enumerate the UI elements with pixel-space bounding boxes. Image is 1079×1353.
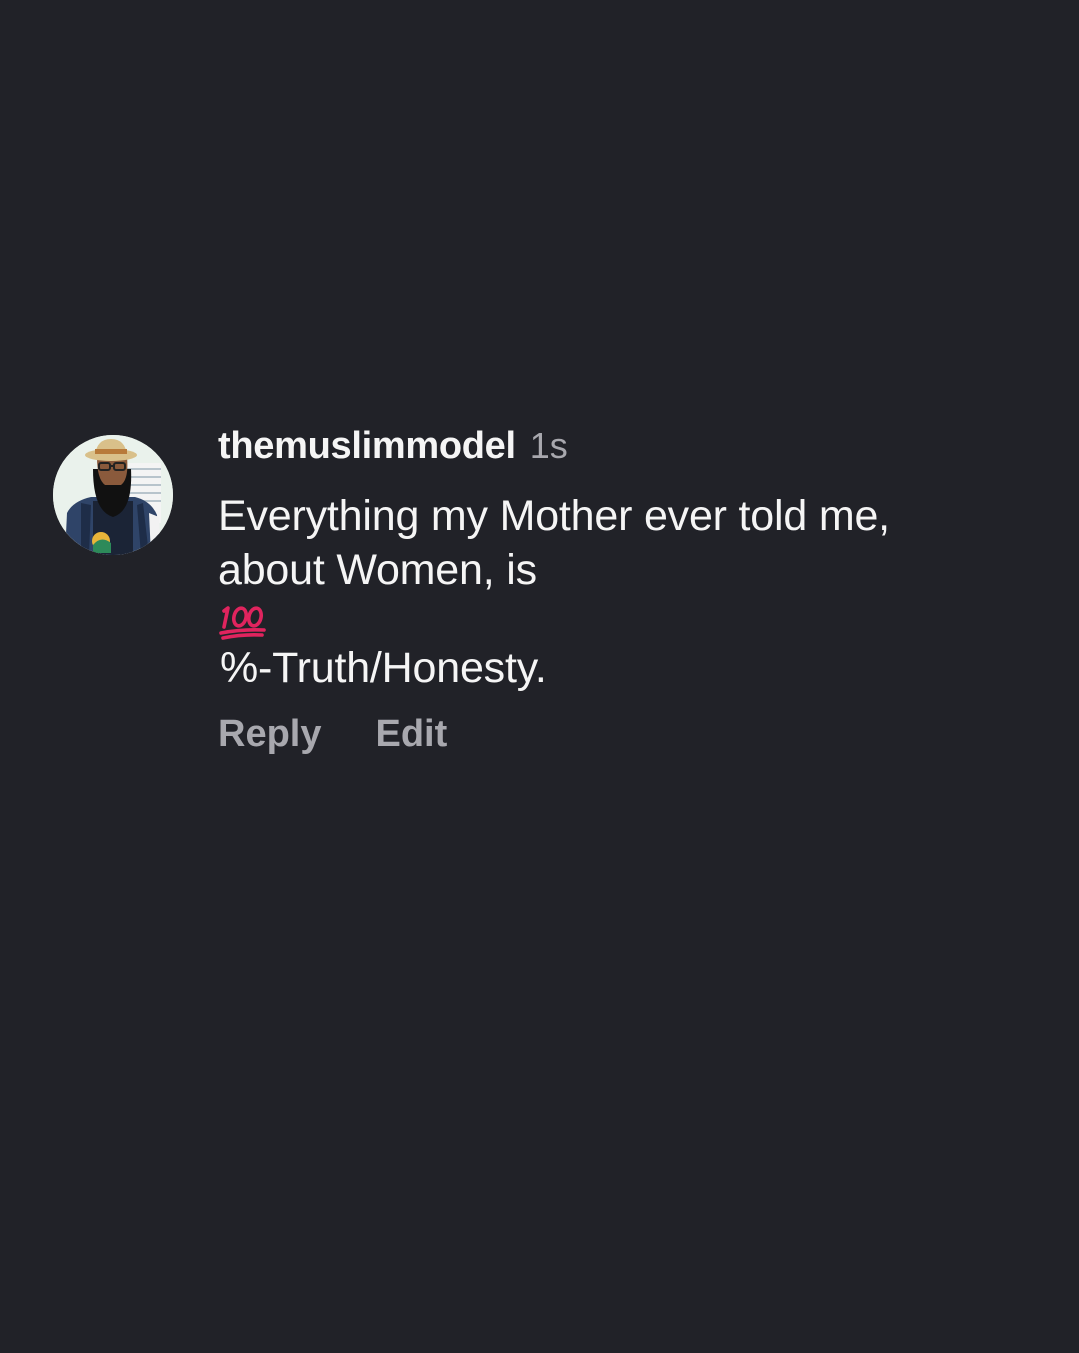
- comment-actions: Reply Edit: [218, 713, 1038, 756]
- avatar[interactable]: [53, 435, 173, 555]
- comment-text-line2-part1: about Women, is: [218, 546, 537, 594]
- comment-text: Everything my Mother ever told me, about…: [218, 489, 1038, 699]
- comment-text-line2-part2: %-Truth/Honesty.: [220, 644, 547, 692]
- edit-button[interactable]: Edit: [375, 713, 447, 756]
- comment-content: themuslimmodel 1s Everything my Mother e…: [218, 425, 1038, 756]
- hundred-points-icon: [218, 601, 1038, 641]
- avatar-illustration-icon: [53, 435, 173, 555]
- timestamp: 1s: [529, 425, 568, 466]
- username[interactable]: themuslimmodel: [218, 425, 516, 468]
- comment-header: themuslimmodel 1s: [218, 425, 1038, 471]
- comment-text-line1: Everything my Mother ever told me,: [218, 492, 890, 540]
- reply-button[interactable]: Reply: [218, 713, 321, 756]
